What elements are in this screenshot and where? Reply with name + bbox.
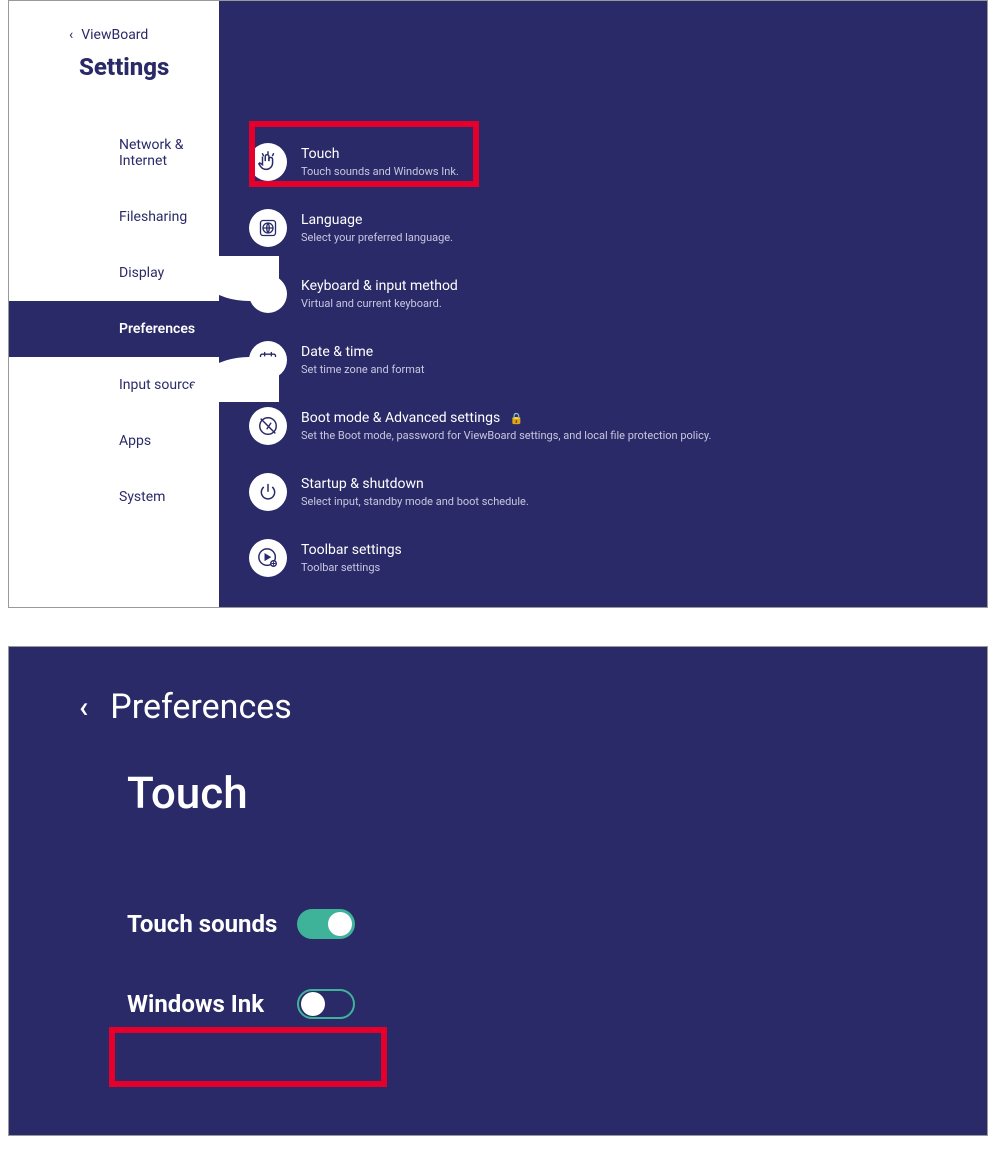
option-label: Windows Ink <box>127 990 297 1018</box>
item-subtitle: Toolbar settings <box>301 561 402 574</box>
sidebar-item-display[interactable]: Display <box>9 245 219 301</box>
sidebar-item-system[interactable]: System <box>9 469 219 525</box>
page-title: Settings <box>9 53 219 81</box>
sidebar-item-network[interactable]: Network & Internet <box>9 117 219 189</box>
sidebar-item-apps[interactable]: Apps <box>9 413 219 469</box>
item-subtitle: Select input, standby mode and boot sche… <box>301 495 529 508</box>
option-windows-ink: Windows Ink <box>127 989 987 1019</box>
item-subtitle: Virtual and current keyboard. <box>301 297 458 310</box>
pref-item-startup[interactable]: Startup & shutdown Select input, standby… <box>249 459 987 525</box>
back-button[interactable]: ‹ ViewBoard <box>9 27 219 43</box>
toggle-knob <box>301 992 325 1016</box>
item-subtitle: Select your preferred language. <box>301 231 453 244</box>
toolbar-icon <box>249 539 287 577</box>
pref-item-language[interactable]: Language Select your preferred language. <box>249 195 987 261</box>
sidebar-item-label: Display <box>119 265 164 281</box>
settings-panel: ‹ ViewBoard Settings Network & Internet … <box>8 0 988 608</box>
item-title: Date & time <box>301 344 425 360</box>
windows-ink-toggle[interactable] <box>297 989 355 1019</box>
chevron-left-icon: ‹ <box>79 690 88 725</box>
highlight-annotation <box>109 1027 387 1087</box>
content-area: Touch Touch sounds and Windows Ink. Lang… <box>219 1 987 607</box>
boot-icon <box>249 407 287 445</box>
sidebar: ‹ ViewBoard Settings Network & Internet … <box>9 1 219 607</box>
back-label: ViewBoard <box>81 27 148 43</box>
touch-panel: ‹ Preferences Touch Touch sounds Windows… <box>8 646 988 1136</box>
item-subtitle: Set the Boot mode, password for ViewBoar… <box>301 429 711 442</box>
page-title: Touch <box>127 767 987 819</box>
pref-item-bootmode[interactable]: Boot mode & Advanced settings 🔒 Set the … <box>249 393 987 459</box>
sidebar-item-label: Network & Internet <box>119 137 184 169</box>
item-title: Toolbar settings <box>301 542 402 558</box>
sidebar-item-preferences[interactable]: Preferences <box>9 301 219 357</box>
item-title: Boot mode & Advanced settings 🔒 <box>301 410 711 426</box>
globe-icon <box>249 209 287 247</box>
sidebar-item-label: Apps <box>119 433 151 449</box>
pref-item-toolbar[interactable]: Toolbar settings Toolbar settings <box>249 525 987 591</box>
item-title: Language <box>301 212 453 228</box>
item-title: Keyboard & input method <box>301 278 458 294</box>
sidebar-item-filesharing[interactable]: Filesharing <box>9 189 219 245</box>
item-subtitle: Touch sounds and Windows Ink. <box>301 165 459 178</box>
touch-sounds-toggle[interactable] <box>297 909 355 939</box>
lock-icon: 🔒 <box>510 412 524 425</box>
option-touch-sounds: Touch sounds <box>127 909 987 939</box>
chevron-left-icon: ‹ <box>69 28 73 42</box>
sidebar-item-label: System <box>119 489 165 505</box>
toggle-knob <box>328 912 352 936</box>
item-subtitle: Set time zone and format <box>301 363 425 376</box>
sidebar-item-label: Input source <box>119 377 196 393</box>
pref-item-keyboard[interactable]: Keyboard & input method Virtual and curr… <box>249 261 987 327</box>
sidebar-item-label: Filesharing <box>119 209 187 225</box>
back-button[interactable]: ‹ Preferences <box>79 687 987 727</box>
power-icon <box>249 473 287 511</box>
sidebar-item-label: Preferences <box>119 321 195 337</box>
option-label: Touch sounds <box>127 910 297 938</box>
back-label: Preferences <box>110 687 292 727</box>
item-title: Startup & shutdown <box>301 476 529 492</box>
pref-item-touch[interactable]: Touch Touch sounds and Windows Ink. <box>249 129 987 195</box>
touch-icon <box>249 143 287 181</box>
sidebar-nav: Network & Internet Filesharing Display P… <box>9 117 219 525</box>
sidebar-item-input-source[interactable]: Input source <box>9 357 219 413</box>
pref-item-datetime[interactable]: Date & time Set time zone and format <box>249 327 987 393</box>
item-title: Touch <box>301 146 459 162</box>
